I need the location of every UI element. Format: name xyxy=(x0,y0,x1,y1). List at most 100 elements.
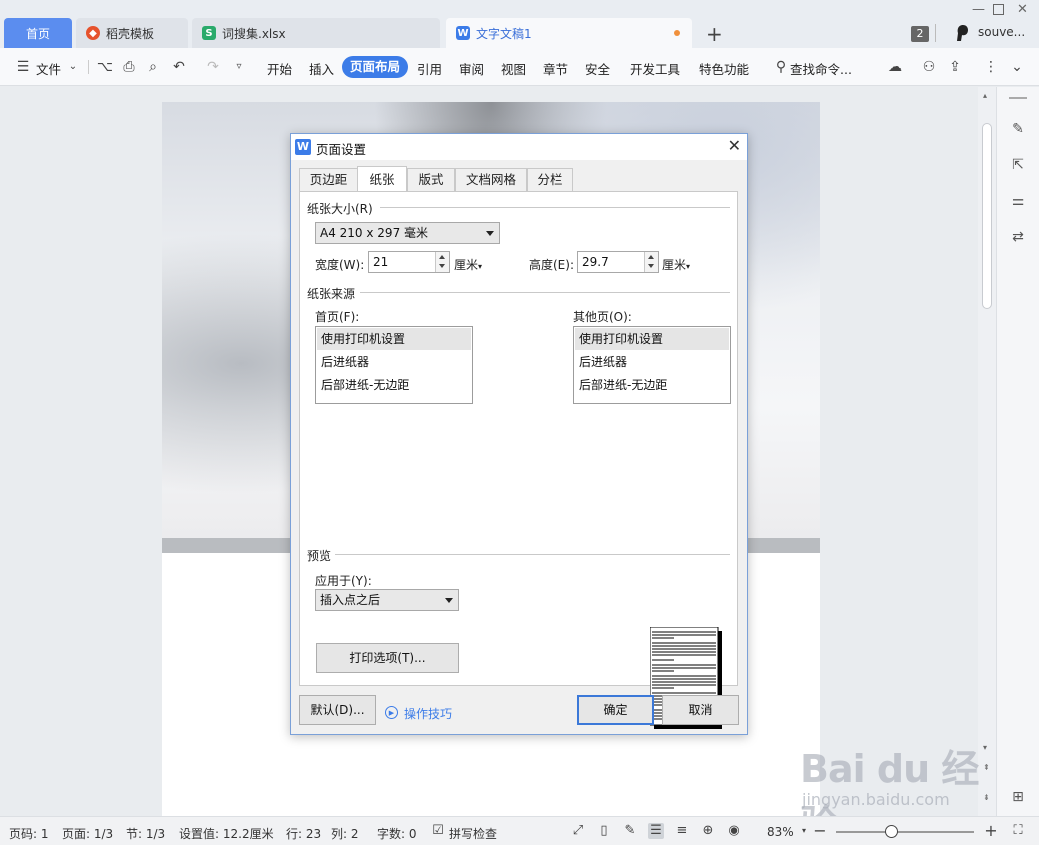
eye-protection-icon[interactable]: ◉ xyxy=(726,823,742,839)
tab-layout[interactable]: 版式 xyxy=(407,168,455,191)
tab-margins[interactable]: 页边距 xyxy=(299,168,358,191)
format-painter-icon[interactable]: ⌥ xyxy=(96,58,114,76)
status-column[interactable]: 列: 2 xyxy=(331,825,359,842)
cloud-sync-icon[interactable]: ☁ xyxy=(886,58,904,76)
new-tab-button[interactable]: + xyxy=(706,22,723,46)
apps-grid-icon[interactable]: ⊞ xyxy=(1008,787,1028,807)
translate-icon[interactable]: ⇄ xyxy=(1008,227,1028,247)
list-item[interactable]: 后进纸器 xyxy=(317,351,471,373)
select-cursor-icon[interactable]: ⇱ xyxy=(1008,155,1028,175)
vertical-scrollbar[interactable]: ▴ ▾ ⇞ ⇟ xyxy=(978,87,996,816)
spin-up-icon[interactable] xyxy=(439,255,445,259)
fullscreen-icon[interactable]: ⤢ xyxy=(570,823,586,839)
window-count-badge[interactable]: 2 xyxy=(911,26,929,42)
tab-daoke-template[interactable]: ◆ 稻壳模板 xyxy=(76,18,188,48)
settings-sliders-icon[interactable]: ⚌ xyxy=(1008,191,1028,211)
tab-document[interactable]: W 文字文稿1 xyxy=(446,18,692,48)
scrollbar-thumb[interactable] xyxy=(982,123,992,309)
zoom-out-icon[interactable]: − xyxy=(812,823,828,839)
status-spell-check[interactable]: 拼写检查 xyxy=(449,825,497,842)
dialog-close-button[interactable]: ✕ xyxy=(728,136,741,155)
first-page-source-list[interactable]: 使用打印机设置 后进纸器 后部进纸-无边距 xyxy=(315,326,473,404)
user-name[interactable]: souve... xyxy=(978,25,1025,39)
more-icon[interactable]: ⋮ xyxy=(982,58,1000,76)
ribbon-tab-insert[interactable]: 插入 xyxy=(309,59,334,78)
close-window-icon[interactable]: ✕ xyxy=(1017,2,1028,17)
list-item[interactable]: 后进纸器 xyxy=(575,351,729,373)
spin-up-icon[interactable] xyxy=(648,255,654,259)
page-view-icon[interactable]: ☰ xyxy=(648,823,664,839)
zoom-dropdown-icon[interactable]: ▾ xyxy=(796,823,812,839)
collapse-ribbon-icon[interactable]: ⌄ xyxy=(1008,58,1026,76)
list-item[interactable]: 后部进纸-无边距 xyxy=(575,374,729,396)
ribbon-tab-review[interactable]: 审阅 xyxy=(459,59,484,78)
height-unit-dropdown[interactable]: 厘米▾ xyxy=(662,256,690,273)
tab-paper[interactable]: 纸张 xyxy=(357,166,407,191)
status-page-number[interactable]: 页码: 1 xyxy=(9,825,49,842)
height-input[interactable]: 29.7 xyxy=(577,251,659,273)
tab-spreadsheet[interactable]: S 词搜集.xlsx xyxy=(192,18,440,48)
tab-columns[interactable]: 分栏 xyxy=(527,168,573,191)
share-icon[interactable]: ⇪ xyxy=(946,58,964,76)
ribbon-tab-security[interactable]: 安全 xyxy=(585,59,610,78)
default-button[interactable]: 默认(D)... xyxy=(299,695,376,725)
status-section[interactable]: 节: 1/3 xyxy=(126,825,165,842)
read-mode-icon[interactable]: ▯ xyxy=(596,823,612,839)
tab-home[interactable]: 首页 xyxy=(4,18,72,48)
width-unit-dropdown[interactable]: 厘米▾ xyxy=(454,256,482,273)
maximize-icon[interactable] xyxy=(993,4,1004,15)
play-tips-icon[interactable]: ▶ xyxy=(385,706,398,719)
zoom-level[interactable]: 83% xyxy=(767,825,794,839)
pen-icon[interactable]: ✎ xyxy=(1008,119,1028,139)
status-setting-value[interactable]: 设置值: 12.2厘米 xyxy=(179,825,274,842)
web-view-icon[interactable]: ⊕ xyxy=(700,823,716,839)
apply-to-select[interactable]: 插入点之后 xyxy=(315,589,459,611)
zoom-slider-handle[interactable] xyxy=(884,825,898,838)
write-mode-icon[interactable]: ✎ xyxy=(622,823,638,839)
list-item[interactable]: 后部进纸-无边距 xyxy=(317,374,471,396)
zoom-slider[interactable] xyxy=(836,831,974,833)
scroll-up-icon[interactable]: ▴ xyxy=(983,91,987,100)
ribbon-tab-chapter[interactable]: 章节 xyxy=(543,59,568,78)
ribbon-tab-references[interactable]: 引用 xyxy=(417,59,442,78)
user-avatar-icon[interactable] xyxy=(955,24,971,42)
other-pages-source-list[interactable]: 使用打印机设置 后进纸器 后部进纸-无边距 xyxy=(573,326,731,404)
file-menu[interactable]: 文件 xyxy=(36,59,61,78)
tips-link[interactable]: 操作技巧 xyxy=(404,705,452,722)
height-spinner[interactable] xyxy=(644,252,658,272)
zoom-in-icon[interactable]: + xyxy=(983,823,999,839)
outline-view-icon[interactable]: ≡ xyxy=(674,823,690,839)
ribbon-tab-developer[interactable]: 开发工具 xyxy=(630,59,680,78)
quick-access-dropdown-icon[interactable]: ▿ xyxy=(230,58,248,76)
tab-document-grid[interactable]: 文档网格 xyxy=(455,168,527,191)
ribbon-tab-page-layout[interactable]: 页面布局 xyxy=(342,56,408,78)
redo-icon[interactable]: ↷ xyxy=(204,58,222,76)
cancel-button[interactable]: 取消 xyxy=(662,695,739,725)
minimize-icon[interactable]: — xyxy=(972,2,985,17)
menu-icon[interactable]: ☰ xyxy=(14,58,32,76)
search-icon[interactable]: ⚲ xyxy=(772,58,790,76)
spin-down-icon[interactable] xyxy=(648,264,654,268)
chevron-down-icon[interactable]: ⌄ xyxy=(64,58,82,76)
collaborate-icon[interactable]: ⚇ xyxy=(920,58,938,76)
spin-down-icon[interactable] xyxy=(439,264,445,268)
status-word-count[interactable]: 字数: 0 xyxy=(377,825,417,842)
dialog-title-bar[interactable]: W 页面设置 ✕ xyxy=(291,134,747,160)
status-pages[interactable]: 页面: 1/3 xyxy=(62,825,113,842)
ribbon-tab-features[interactable]: 特色功能 xyxy=(699,59,749,78)
ribbon-tab-view[interactable]: 视图 xyxy=(501,59,526,78)
list-item[interactable]: 使用打印机设置 xyxy=(575,328,729,350)
list-item[interactable]: 使用打印机设置 xyxy=(317,328,471,350)
status-row[interactable]: 行: 23 xyxy=(286,825,321,842)
ribbon-tab-start[interactable]: 开始 xyxy=(267,59,292,78)
print-options-button[interactable]: 打印选项(T)... xyxy=(316,643,459,673)
command-search[interactable]: 查找命令... xyxy=(790,59,852,78)
paper-size-select[interactable]: A4 210 x 297 毫米 xyxy=(315,222,500,244)
spell-check-icon[interactable]: ☑ xyxy=(430,823,446,839)
undo-icon[interactable]: ↶ xyxy=(170,58,188,76)
ok-button[interactable]: 确定 xyxy=(577,695,654,725)
fit-window-icon[interactable]: ⛶ xyxy=(1010,823,1026,839)
width-spinner[interactable] xyxy=(435,252,449,272)
width-input[interactable]: 21 xyxy=(368,251,450,273)
print-preview-icon[interactable]: ⌕ xyxy=(144,58,162,76)
